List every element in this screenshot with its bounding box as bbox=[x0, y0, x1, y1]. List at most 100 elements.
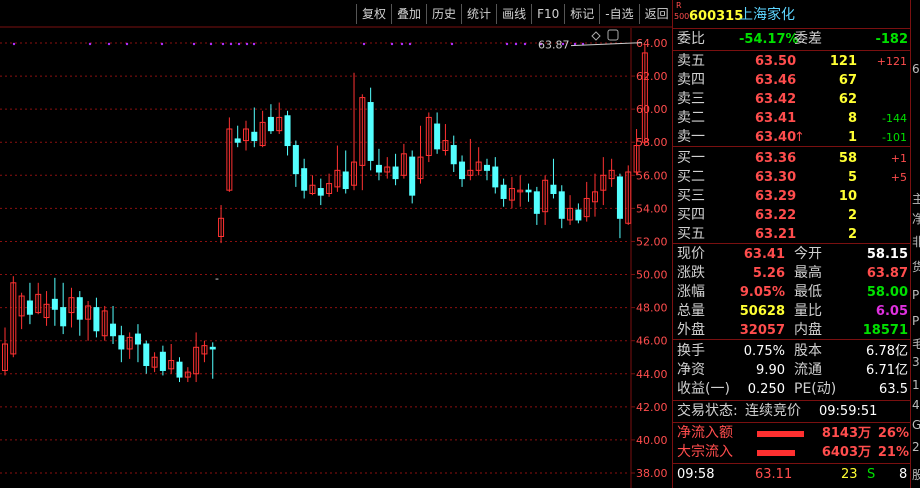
buy-label: 买二 bbox=[677, 169, 705, 185]
candle-down bbox=[317, 188, 324, 196]
sell-label: 卖五 bbox=[677, 53, 705, 69]
right-strip-glyph: 非 bbox=[912, 233, 920, 250]
right-strip-glyph: 主 bbox=[912, 190, 920, 207]
num-tag: 500 bbox=[674, 12, 690, 21]
candle-down bbox=[134, 333, 141, 345]
tick-side: S bbox=[867, 467, 876, 482]
toolbar-button-7[interactable]: -自选 bbox=[599, 4, 638, 24]
weicha-value: -182 bbox=[875, 32, 908, 47]
tick-row: 09:58 63.11 23 S 8 bbox=[673, 466, 911, 483]
buy-label: 买五 bbox=[677, 226, 705, 242]
fund-flow-row: 大宗流入 6403万 21% bbox=[673, 444, 911, 461]
stat-label: 最低 bbox=[794, 284, 822, 300]
event-dot bbox=[450, 42, 454, 46]
buy-change: +5 bbox=[890, 171, 907, 184]
chart-toolbar: 复权 叠加 历史 统计 画线 F10 标记 -自选 返回 bbox=[356, 4, 674, 24]
fund-flow-bar bbox=[757, 431, 804, 437]
stock-code: 600315 bbox=[689, 9, 744, 24]
stat-label: 内盘 bbox=[794, 322, 822, 338]
sell-volume: 62 bbox=[838, 92, 857, 107]
candle-down bbox=[143, 343, 150, 366]
buy-volume: 58 bbox=[838, 151, 857, 166]
sell-level-4: 卖四 63.46 67 bbox=[673, 72, 911, 89]
candle-down bbox=[60, 307, 67, 327]
right-strip-glyph: 1 bbox=[912, 378, 920, 392]
toolbar-button-5[interactable]: F10 bbox=[531, 4, 564, 24]
fundamental-value: 0.75% bbox=[743, 344, 785, 359]
event-dot bbox=[408, 42, 412, 46]
right-strip-glyph: 股 bbox=[912, 466, 920, 483]
toolbar-button-0[interactable]: 复权 bbox=[356, 4, 391, 24]
candle-down bbox=[375, 164, 382, 173]
fund-flow-label: 大宗流入 bbox=[677, 444, 733, 460]
candle-down bbox=[525, 189, 532, 193]
separator bbox=[673, 50, 911, 51]
y-tick-label: 54.00 bbox=[636, 202, 668, 215]
sell-level-2: 卖二 63.41 8 -144 bbox=[673, 110, 911, 127]
sell-change: -144 bbox=[882, 112, 907, 125]
toolbar-button-2[interactable]: 历史 bbox=[426, 4, 461, 24]
sell-volume: 121 bbox=[829, 54, 857, 69]
quote-panel: R 500 600315 上海家化 委比 -54.17% 委差 -182 卖五 6… bbox=[672, 0, 911, 488]
tick-price: 63.11 bbox=[755, 467, 793, 482]
event-dot bbox=[125, 42, 129, 46]
fundamental-row: 换手 0.75% 股本 6.78亿 bbox=[673, 343, 911, 360]
sell-label: 卖二 bbox=[677, 110, 705, 126]
y-tick-label: 62.00 bbox=[636, 70, 668, 83]
fundamental-value: 63.5 bbox=[879, 382, 908, 397]
y-tick-label: 42.00 bbox=[636, 401, 668, 414]
event-dot bbox=[523, 42, 527, 46]
trade-status-label: 交易状态: bbox=[677, 403, 738, 419]
stat-row: 外盘 32057 内盘 18571 bbox=[673, 322, 911, 339]
toolbar-button-6[interactable]: 标记 bbox=[564, 4, 599, 24]
y-tick-label: 64.00 bbox=[636, 37, 668, 50]
y-tick-label: 46.00 bbox=[636, 335, 668, 348]
fund-flow-amount: 8143万 bbox=[821, 426, 871, 441]
tick-time: 09:58 bbox=[677, 467, 715, 482]
toolbar-button-4[interactable]: 画线 bbox=[496, 4, 531, 24]
buy-price: 63.36 bbox=[755, 151, 797, 166]
stat-value: 63.41 bbox=[743, 247, 785, 262]
fundamental-label: 流通 bbox=[794, 362, 822, 378]
candle-down bbox=[76, 297, 83, 320]
event-dot bbox=[221, 42, 225, 46]
candle-down bbox=[26, 300, 33, 315]
candle-down bbox=[483, 164, 490, 171]
tick-count: 8 bbox=[899, 467, 908, 482]
y-tick-label: 48.00 bbox=[636, 302, 668, 315]
right-strip-glyph: 6 bbox=[912, 62, 920, 76]
fund-flow-pct: 26% bbox=[877, 426, 909, 441]
stat-value: 63.87 bbox=[866, 266, 908, 281]
candle-down bbox=[558, 191, 565, 219]
toolbar-button-8[interactable]: 返回 bbox=[638, 4, 674, 24]
candle-down bbox=[292, 145, 299, 175]
toolbar-button-1[interactable]: 叠加 bbox=[391, 4, 426, 24]
right-strip-glyph: G bbox=[912, 418, 920, 432]
right-strip-glyph: P bbox=[912, 314, 920, 328]
fund-flow-label: 净流入额 bbox=[677, 425, 733, 441]
buy-price: 63.30 bbox=[755, 170, 797, 185]
separator bbox=[673, 28, 911, 29]
stock-header: R 500 600315 上海家化 bbox=[673, 1, 911, 27]
candle-down bbox=[392, 166, 399, 180]
trade-status-time: 09:59:51 bbox=[819, 404, 878, 419]
candle-down bbox=[159, 351, 166, 371]
separator bbox=[673, 146, 911, 147]
separator bbox=[673, 243, 911, 244]
buy-level-3: 买三 63.29 10 bbox=[673, 188, 911, 205]
sell-level-1: 卖一 63.40 ↑ 1 -101 bbox=[673, 129, 911, 146]
sell-price: 63.40 bbox=[755, 130, 797, 145]
stat-label: 涨幅 bbox=[677, 284, 705, 300]
candle-down bbox=[51, 298, 58, 310]
y-tick-label: 40.00 bbox=[636, 434, 668, 447]
kline-chart[interactable]: 64.00 62.00 60.00 58.00 56.00 54.00 52.00 50.00… bbox=[0, 0, 672, 488]
trade-status-row: 交易状态: 连续竞价 09:59:51 bbox=[673, 403, 911, 420]
right-strip-glyph: 4 bbox=[912, 398, 920, 412]
event-dot bbox=[209, 42, 213, 46]
buy-price: 63.29 bbox=[755, 189, 797, 204]
fundamental-row: 收益(一) 0.250 PE(动) 63.5 bbox=[673, 381, 911, 398]
stat-label: 现价 bbox=[677, 246, 705, 262]
kline-chart-area[interactable]: 64.00 62.00 60.00 58.00 56.00 54.00 52.00 50.00… bbox=[0, 0, 672, 488]
toolbar-button-3[interactable]: 统计 bbox=[461, 4, 496, 24]
fund-flow-row: 净流入额 8143万 26% bbox=[673, 425, 911, 442]
